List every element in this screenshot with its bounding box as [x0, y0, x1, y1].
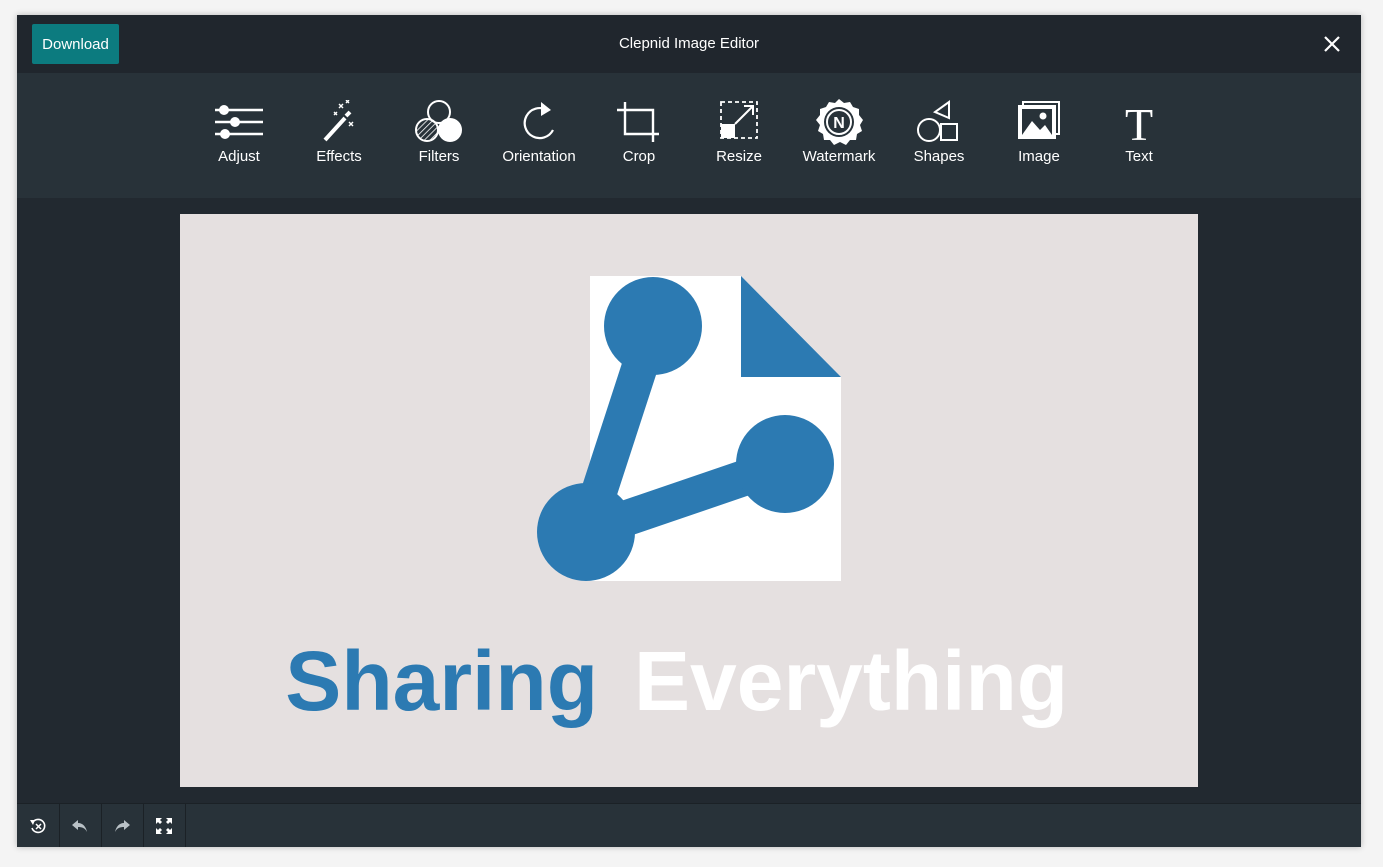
- sliders-icon: [215, 105, 263, 139]
- tool-label: Text: [1125, 148, 1153, 165]
- shapes-icon: [917, 100, 958, 142]
- reset-icon: [30, 818, 46, 834]
- download-button[interactable]: Download: [32, 24, 119, 64]
- filters-icon: [415, 100, 462, 142]
- tool-image[interactable]: Image: [989, 100, 1089, 180]
- tool-shapes[interactable]: Shapes: [889, 100, 989, 180]
- tool-label: Adjust: [218, 148, 260, 165]
- watermark-icon: N: [816, 99, 863, 145]
- edited-image[interactable]: Sharing Everything: [180, 214, 1198, 787]
- magic-wand-icon: [323, 100, 354, 142]
- share-document-logo: [537, 276, 841, 581]
- title-bar: Download Clepnid Image Editor: [17, 15, 1361, 73]
- tool-label: Effects: [316, 148, 362, 165]
- undo-icon: [72, 820, 87, 832]
- watermark-letter: N: [833, 115, 845, 132]
- tool-orientation[interactable]: Orientation: [489, 100, 589, 180]
- logo-word-sharing: Sharing: [285, 634, 598, 728]
- rotate-icon: [523, 102, 554, 140]
- tool-label: Watermark: [802, 148, 876, 165]
- bottom-bar: [17, 803, 1361, 847]
- tool-adjust[interactable]: Adjust: [189, 100, 289, 180]
- text-icon: T: [1125, 100, 1153, 144]
- tool-watermark[interactable]: N Watermark: [789, 99, 889, 180]
- image-content: Sharing Everything: [285, 276, 1068, 728]
- undo-button[interactable]: [59, 804, 102, 847]
- redo-button[interactable]: [101, 804, 144, 847]
- resize-icon: [720, 101, 758, 139]
- tool-label: Orientation: [502, 148, 576, 165]
- image-icon: [1018, 101, 1060, 139]
- close-button[interactable]: [1321, 33, 1343, 55]
- tool-filters[interactable]: Filters: [389, 100, 489, 180]
- tool-label: Filters: [418, 148, 460, 165]
- text-tool-glyph: T: [1125, 100, 1153, 144]
- logo-word-everything: Everything: [634, 634, 1068, 728]
- tool-text[interactable]: T Text: [1089, 100, 1189, 180]
- tool-resize[interactable]: Resize: [689, 100, 789, 180]
- editor-window: Download Clepnid Image Editor Adjust Eff…: [17, 15, 1361, 847]
- crop-icon: [617, 102, 659, 142]
- tool-label: Crop: [622, 148, 656, 165]
- tool-label: Resize: [716, 148, 762, 165]
- reset-button[interactable]: [17, 804, 60, 847]
- fullscreen-icon: [156, 818, 172, 834]
- fullscreen-button[interactable]: [143, 804, 186, 847]
- canvas-area[interactable]: Sharing Everything: [17, 198, 1361, 803]
- tool-label: Shapes: [913, 148, 965, 165]
- tool-label: Image: [1018, 148, 1060, 165]
- tool-bar: Adjust Effects Filters Orientation Crop …: [17, 73, 1361, 198]
- tool-crop[interactable]: Crop: [589, 100, 689, 180]
- tool-effects[interactable]: Effects: [289, 100, 389, 180]
- redo-icon: [115, 820, 130, 832]
- window-title: Clepnid Image Editor: [618, 35, 760, 52]
- close-icon: [1324, 36, 1340, 52]
